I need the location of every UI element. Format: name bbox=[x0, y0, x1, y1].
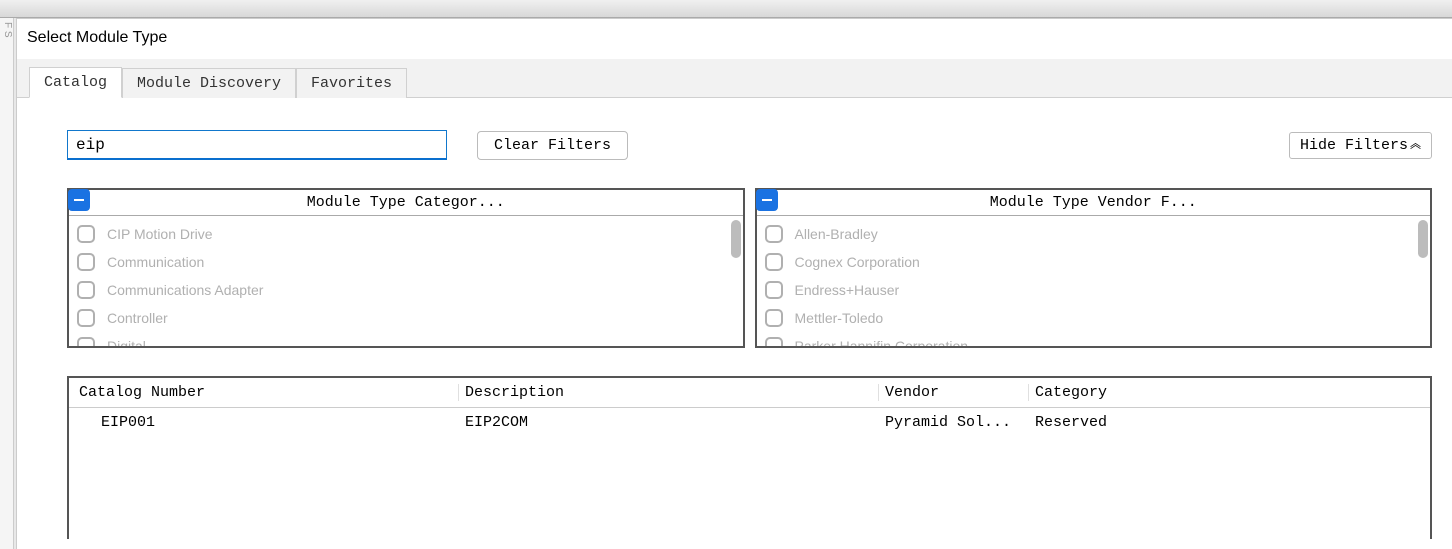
tab-module-discovery[interactable]: Module Discovery bbox=[122, 68, 296, 98]
app-toolbar-bg bbox=[0, 0, 1452, 18]
cell-catalog: EIP001 bbox=[69, 414, 459, 431]
search-row: Clear Filters Hide Filters ︿︿ bbox=[67, 130, 1432, 160]
vendor-item: Allen-Bradley bbox=[757, 220, 1417, 248]
col-header-catalog[interactable]: Catalog Number bbox=[69, 384, 459, 401]
vendor-item: Mettler-Toledo bbox=[757, 304, 1417, 332]
results-header: Catalog Number Description Vendor Catego… bbox=[69, 378, 1430, 408]
vendor-filter-header: Module Type Vendor F... bbox=[757, 190, 1431, 216]
parent-left-strip: F S bbox=[0, 18, 14, 549]
dialog-title: Select Module Type bbox=[17, 19, 1452, 59]
vendor-filter-title: Module Type Vendor F... bbox=[990, 194, 1197, 211]
search-input[interactable] bbox=[67, 130, 447, 160]
category-item-label[interactable]: Communication bbox=[107, 250, 204, 274]
vendor-item-label[interactable]: Mettler-Toledo bbox=[795, 306, 884, 330]
category-filter-header: Module Type Categor... bbox=[69, 190, 743, 216]
category-filter-title: Module Type Categor... bbox=[307, 194, 505, 211]
category-item-label[interactable]: Controller bbox=[107, 306, 168, 330]
col-header-description[interactable]: Description bbox=[459, 384, 879, 401]
chevron-double-up-icon: ︿︿ bbox=[1410, 140, 1421, 150]
vendor-item-label[interactable]: Cognex Corporation bbox=[795, 250, 920, 274]
hide-filters-label: Hide Filters bbox=[1300, 137, 1408, 154]
cell-description: EIP2COM bbox=[459, 414, 879, 431]
tab-strip: Catalog Module Discovery Favorites bbox=[17, 59, 1452, 98]
col-header-vendor[interactable]: Vendor bbox=[879, 384, 1029, 401]
col-header-category[interactable]: Category bbox=[1029, 384, 1430, 401]
scrollbar[interactable] bbox=[1418, 220, 1428, 342]
category-item: Controller bbox=[69, 304, 729, 332]
checkbox[interactable] bbox=[77, 309, 95, 327]
vendor-item: Parker Hannifin Corporation bbox=[757, 332, 1417, 346]
checkbox[interactable] bbox=[765, 253, 783, 271]
category-item: CIP Motion Drive bbox=[69, 220, 729, 248]
cell-vendor: Pyramid Sol... bbox=[879, 414, 1029, 431]
checkbox[interactable] bbox=[77, 337, 95, 346]
category-item: Communications Adapter bbox=[69, 276, 729, 304]
select-module-type-dialog: Select Module Type Catalog Module Discov… bbox=[16, 18, 1452, 549]
vendor-filter-panel: Module Type Vendor F... Allen-Bradley Co… bbox=[755, 188, 1433, 348]
vendor-item-label[interactable]: Allen-Bradley bbox=[795, 222, 878, 246]
checkbox[interactable] bbox=[77, 253, 95, 271]
vendor-item-label[interactable]: Parker Hannifin Corporation bbox=[795, 334, 969, 346]
vendor-filter-list: Allen-Bradley Cognex Corporation Endress… bbox=[757, 216, 1417, 346]
category-item-label[interactable]: CIP Motion Drive bbox=[107, 222, 213, 246]
checkbox[interactable] bbox=[765, 225, 783, 243]
tab-body-catalog: Clear Filters Hide Filters ︿︿ Module Typ… bbox=[17, 98, 1452, 549]
category-filter-panel: Module Type Categor... CIP Motion Drive … bbox=[67, 188, 745, 348]
vendor-item: Endress+Hauser bbox=[757, 276, 1417, 304]
category-collapse-toggle[interactable] bbox=[68, 189, 90, 211]
checkbox[interactable] bbox=[765, 337, 783, 346]
checkbox[interactable] bbox=[77, 225, 95, 243]
checkbox[interactable] bbox=[765, 281, 783, 299]
results-panel: Catalog Number Description Vendor Catego… bbox=[67, 376, 1432, 539]
table-row[interactable]: EIP001 EIP2COM Pyramid Sol... Reserved bbox=[69, 408, 1430, 437]
category-item-label[interactable]: Communications Adapter bbox=[107, 278, 263, 302]
cell-category: Reserved bbox=[1029, 414, 1430, 431]
category-item: Digital bbox=[69, 332, 729, 346]
tab-favorites[interactable]: Favorites bbox=[296, 68, 407, 98]
filters-row: Module Type Categor... CIP Motion Drive … bbox=[67, 188, 1432, 348]
vendor-item: Cognex Corporation bbox=[757, 248, 1417, 276]
checkbox[interactable] bbox=[765, 309, 783, 327]
scrollbar[interactable] bbox=[731, 220, 741, 342]
vendor-item-label[interactable]: Endress+Hauser bbox=[795, 278, 900, 302]
vendor-collapse-toggle[interactable] bbox=[756, 189, 778, 211]
category-filter-list: CIP Motion Drive Communication Communica… bbox=[69, 216, 729, 346]
clear-filters-button[interactable]: Clear Filters bbox=[477, 131, 628, 160]
checkbox[interactable] bbox=[77, 281, 95, 299]
category-item-label[interactable]: Digital bbox=[107, 334, 146, 346]
category-item: Communication bbox=[69, 248, 729, 276]
hide-filters-button[interactable]: Hide Filters ︿︿ bbox=[1289, 132, 1432, 159]
tab-catalog[interactable]: Catalog bbox=[29, 67, 122, 98]
